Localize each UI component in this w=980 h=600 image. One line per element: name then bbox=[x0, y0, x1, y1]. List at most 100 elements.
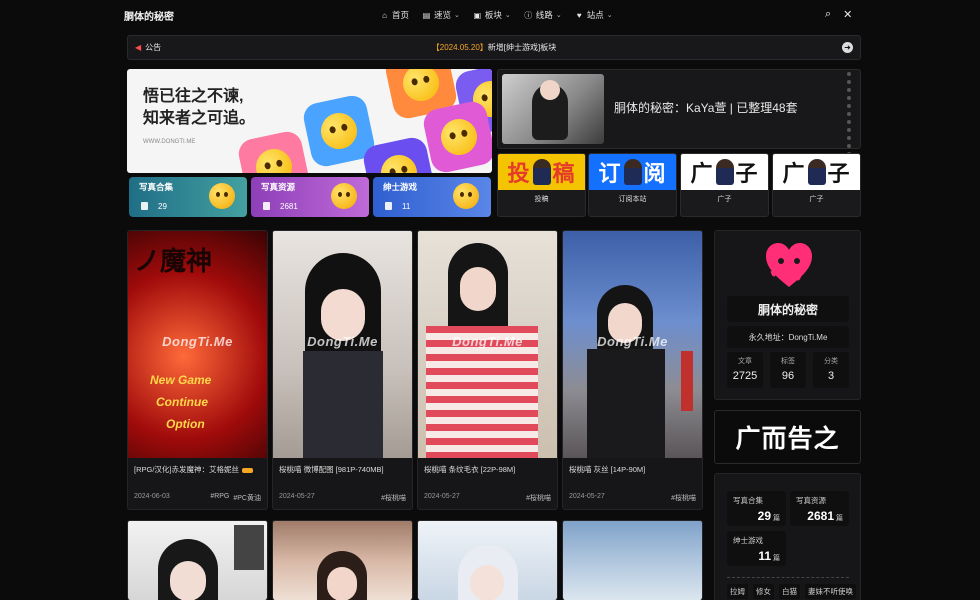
post-card[interactable]: DongTi.Me 桜桃喵 灰丝 [14P-90M] 2024-05-27 #桜… bbox=[562, 230, 703, 510]
post-tag[interactable]: #桜桃喵 bbox=[526, 493, 551, 503]
post-card[interactable]: DongTi.Me 桜桃喵 微博配图 [981P-740MB] 2024-05-… bbox=[272, 230, 413, 510]
home-icon: ⌂ bbox=[382, 10, 387, 20]
banner-url: WWW.DONGTI.ME bbox=[143, 139, 196, 145]
post-thumbnail[interactable]: DongTi.Me bbox=[563, 231, 702, 458]
tools-icon[interactable]: ✕ bbox=[843, 8, 852, 21]
document-icon bbox=[141, 202, 148, 210]
ad-slot-subscribe[interactable]: 订阅 订阅本站 bbox=[588, 153, 677, 217]
post-date: 2024-05-27 bbox=[569, 493, 605, 500]
post-date: 2024-05-27 bbox=[279, 493, 315, 500]
post-tag[interactable]: #桜桃喵 bbox=[381, 493, 406, 503]
post-thumbnail[interactable]: DongTi.Me bbox=[273, 231, 412, 458]
mini-stat-games[interactable]: 绅士游戏 11 篇 bbox=[727, 531, 786, 566]
nav-sections[interactable]: ▣ 板块 ⌄ bbox=[473, 9, 511, 21]
post-thumbnail[interactable] bbox=[563, 521, 702, 600]
category-count: 11 bbox=[385, 202, 410, 211]
tag-chip[interactable]: 白猫 bbox=[779, 584, 800, 599]
nav-quickview[interactable]: ▤ 速览 ⌄ bbox=[422, 9, 460, 21]
emoji-icon bbox=[331, 183, 357, 209]
post-tags: #桜桃喵 bbox=[526, 493, 551, 503]
ad-image: 订阅 bbox=[589, 154, 676, 190]
chevron-down-icon: ⌄ bbox=[606, 12, 613, 19]
stat-label: 分类 bbox=[824, 358, 838, 365]
nav-label: 板块 bbox=[484, 10, 502, 20]
announcement-message[interactable]: 【2024.05.20】新增[绅士游戏]板块 bbox=[128, 42, 860, 53]
mini-stat-photo-resources[interactable]: 写真资源 2681 篇 bbox=[790, 491, 849, 526]
top-header: 胴体的秘密 ⌂ 首页 ▤ 速览 ⌄ ▣ 板块 ⌄ ⓘ 线路 ⌄ ♥ 站点 ⌄ ⌕… bbox=[0, 0, 980, 30]
featured-thumbnail[interactable] bbox=[502, 74, 604, 144]
watermark: DongTi.Me bbox=[452, 334, 523, 349]
nav-home[interactable]: ⌂ 首页 bbox=[380, 9, 409, 21]
post-card[interactable]: DongTi.Me 桜桃喵 条纹毛衣 [22P-98M] 2024-05-27 … bbox=[417, 230, 558, 510]
ad-image: 投稿 bbox=[498, 154, 585, 190]
post-tag[interactable]: #RPG bbox=[210, 493, 229, 503]
nav-label: 线路 bbox=[535, 10, 553, 20]
post-title[interactable]: 桜桃喵 灰丝 [14P-90M] bbox=[569, 464, 645, 475]
stat-tags: 标签 96 bbox=[770, 352, 806, 388]
mini-stat-label: 写真资源 bbox=[796, 496, 826, 505]
arrow-right-icon[interactable]: ➜ bbox=[842, 42, 853, 53]
post-date: 2024-05-27 bbox=[424, 493, 460, 500]
heart-logo-icon bbox=[766, 243, 812, 287]
emoji-icon bbox=[453, 183, 479, 209]
sidebar-ad[interactable]: 广而告之 bbox=[714, 410, 861, 464]
mini-stat-value: 29 篇 bbox=[757, 509, 780, 523]
post-thumbnail[interactable] bbox=[418, 521, 557, 600]
post-thumbnail[interactable] bbox=[273, 521, 412, 600]
post-title[interactable]: 桜桃喵 条纹毛衣 [22P-98M] bbox=[424, 464, 515, 475]
emoji-icon bbox=[209, 183, 235, 209]
mini-stat-photo-collections[interactable]: 写真合集 29 篇 bbox=[727, 491, 786, 526]
featured-post[interactable]: 胴体的秘密：KaYa萱 | 已整理48套 bbox=[497, 69, 861, 188]
post-card[interactable] bbox=[272, 520, 413, 600]
post-card[interactable] bbox=[127, 520, 268, 600]
ad-slot-ad-2[interactable]: 广子 广子 bbox=[772, 153, 861, 217]
watermark: DongTi.Me bbox=[597, 334, 668, 349]
post-card[interactable] bbox=[417, 520, 558, 600]
book-icon: ▤ bbox=[422, 10, 431, 20]
tag-chip[interactable]: 妻妹不听使唤 bbox=[805, 584, 856, 599]
post-tags: #桜桃喵 bbox=[381, 493, 406, 503]
category-count: 2681 bbox=[263, 202, 298, 211]
featured-title[interactable]: 胴体的秘密：KaYa萱 | 已整理48套 bbox=[614, 99, 798, 116]
post-card[interactable]: ノ魔神 New Game Continue Option DongTi.Me [… bbox=[127, 230, 268, 510]
mini-stat-label: 写真合集 bbox=[733, 496, 763, 505]
nav-sites[interactable]: ♥ 站点 ⌄ bbox=[575, 9, 613, 21]
slogan-line-2: 知来者之可追。 bbox=[143, 110, 256, 127]
document-icon bbox=[385, 202, 392, 210]
category-card-games[interactable]: 绅士游戏 11 bbox=[373, 177, 491, 217]
stat-label: 文章 bbox=[738, 358, 752, 365]
announcement-date: 【2024.05.20】 bbox=[431, 43, 488, 52]
mini-stat-label: 绅士游戏 bbox=[733, 536, 763, 545]
post-title[interactable]: [RPG/汉化]赤发魔神：艾格妮丝 bbox=[134, 464, 254, 475]
tag-chip[interactable]: 修女 bbox=[753, 584, 774, 599]
post-tag[interactable]: #PC黄油 bbox=[233, 493, 261, 503]
permalink[interactable]: 永久地址：DongTi.Me bbox=[727, 326, 849, 348]
site-logo[interactable]: 胴体的秘密 bbox=[124, 8, 174, 23]
nav-label: 速览 bbox=[434, 10, 452, 20]
tag-chip[interactable]: 拉姆 bbox=[727, 584, 748, 599]
category-stats-widget: 写真合集 29 篇 写真资源 2681 篇 绅士游戏 11 篇 拉姆 修女 白猫 妻妹… bbox=[714, 473, 861, 600]
post-thumbnail[interactable]: ノ魔神 New Game Continue Option DongTi.Me bbox=[128, 231, 267, 458]
search-icon[interactable]: ⌕ bbox=[825, 8, 831, 21]
post-tags: #RPG #PC黄油 bbox=[210, 493, 261, 503]
post-tag[interactable]: #桜桃喵 bbox=[671, 493, 696, 503]
nav-routes[interactable]: ⓘ 线路 ⌄ bbox=[524, 9, 561, 21]
stat-value: 2725 bbox=[732, 370, 758, 382]
ad-caption: 广子 bbox=[717, 196, 732, 203]
post-thumbnail[interactable] bbox=[128, 521, 267, 600]
post-thumbnail[interactable]: DongTi.Me bbox=[418, 231, 557, 458]
nav-label: 首页 bbox=[392, 10, 410, 20]
stat-value: 3 bbox=[827, 370, 835, 382]
ad-slot-ad-1[interactable]: 广子 广子 bbox=[680, 153, 769, 217]
post-date: 2024-06-03 bbox=[134, 493, 170, 500]
announcement-bar: ◀ 公告 【2024.05.20】新增[绅士游戏]板块 ➜ bbox=[127, 35, 861, 60]
tag-cloud: 拉姆 修女 白猫 妻妹不听使唤 bbox=[727, 584, 856, 599]
heart-icon: ♥ bbox=[576, 10, 582, 20]
post-card[interactable] bbox=[562, 520, 703, 600]
document-icon bbox=[263, 202, 270, 210]
ad-slot-submit[interactable]: 投稿 投稿 bbox=[497, 153, 586, 217]
category-card-photo-collections[interactable]: 写真合集 29 bbox=[129, 177, 247, 217]
category-card-photo-resources[interactable]: 写真资源 2681 bbox=[251, 177, 369, 217]
hero-banner[interactable]: 悟已往之不谏, 知来者之可追。 WWW.DONGTI.ME bbox=[127, 69, 492, 173]
post-title[interactable]: 桜桃喵 微博配图 [981P-740MB] bbox=[279, 464, 384, 475]
